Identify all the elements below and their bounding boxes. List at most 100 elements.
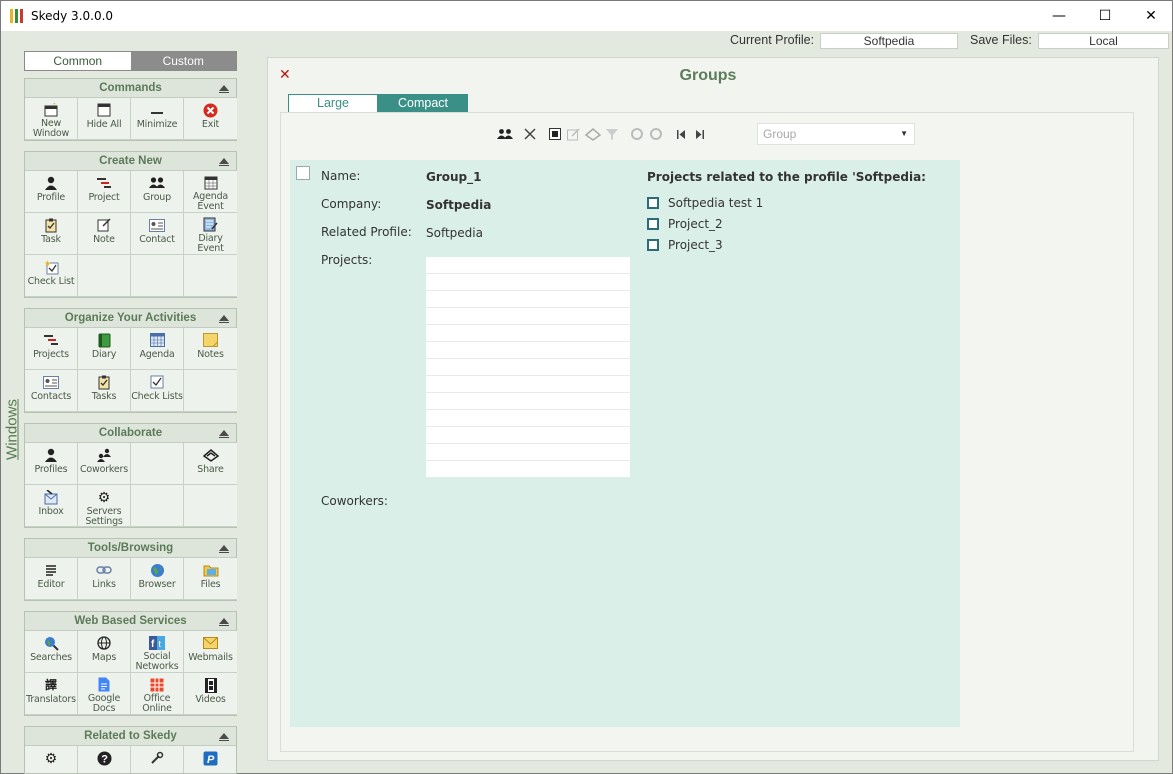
sidebar-item-office-online[interactable]: Office Online [131,673,184,715]
project-checkbox[interactable] [647,197,659,209]
tab-common[interactable]: Common [25,52,131,70]
sidebar-item-videos[interactable]: Videos [184,673,237,715]
project-checkbox[interactable] [647,218,659,230]
list-item[interactable] [426,444,630,461]
sidebar-item-group[interactable]: Group [131,171,184,213]
sidebar-item-profile[interactable]: Profile [25,171,78,213]
delete-icon[interactable] [520,125,539,144]
sidebar-item-contacts[interactable]: Contacts [25,370,78,412]
sidebar-item-minimize[interactable]: Minimize [131,98,184,140]
sidebar-item-help[interactable]: ? [78,746,131,773]
list-item[interactable] [426,342,630,359]
sidebar-item-contact[interactable]: Contact [131,213,184,255]
sidebar-item-browser[interactable]: Browser [131,558,184,600]
share-icon[interactable] [583,125,602,144]
sidebar-item-note[interactable]: Note [78,213,131,255]
collapse-icon[interactable] [219,618,229,626]
related-project-item[interactable]: Softpedia test 1 [647,196,763,210]
list-item[interactable] [426,257,630,274]
sidebar-item-files[interactable]: Files [184,558,237,600]
list-item[interactable] [426,410,630,427]
sidebar-item-webmails[interactable]: Webmails [184,631,237,673]
sidebar-item-paypal[interactable]: P [184,746,236,773]
sidebar-item-google-docs[interactable]: Google Docs [78,673,131,715]
close-button[interactable]: ✕ [1128,1,1173,31]
list-item[interactable] [426,376,630,393]
sidebar-item-projects[interactable]: Projects [25,328,78,370]
sidebar-item-social-networks[interactable]: f t Social Networks [131,631,184,673]
list-item[interactable] [426,325,630,342]
sidebar-item-diary-event[interactable]: Diary Event [184,213,237,255]
sidebar-item-share[interactable]: Share [184,443,237,485]
list-item[interactable] [426,359,630,376]
current-profile-field[interactable]: Softpedia [820,33,958,49]
section-title[interactable]: Collaborate [25,424,236,443]
name-value[interactable]: Group_1 [426,170,482,184]
refresh-icon[interactable] [627,125,646,144]
sync-icon[interactable] [646,125,665,144]
tab-custom[interactable]: Custom [130,52,236,70]
group-icon[interactable] [495,125,514,144]
sidebar-item-translators[interactable]: 譯 Translators [25,673,78,715]
tab-large[interactable]: Large [288,94,378,113]
collapse-icon[interactable] [219,430,229,438]
list-item[interactable] [426,291,630,308]
section-title[interactable]: Web Based Services [25,612,236,631]
collapse-icon[interactable] [219,545,229,553]
last-record-icon[interactable] [690,125,709,144]
collapse-icon[interactable] [219,85,229,93]
projects-list[interactable] [426,257,630,477]
section-title[interactable]: Tools/Browsing [25,539,236,558]
sidebar-item-project[interactable]: Project [78,171,131,213]
sidebar-item-editor[interactable]: Editor [25,558,78,600]
maximize-button[interactable]: ☐ [1082,1,1128,31]
group-select[interactable]: Group ▼ [757,123,915,145]
sidebar-item-check-lists[interactable]: Check Lists [131,370,184,412]
sidebar-item-new-window[interactable]: * New Window [25,98,78,140]
tab-compact[interactable]: Compact [378,94,468,113]
section-title[interactable]: Create New [25,152,236,171]
sidebar-item-links[interactable]: Links [78,558,131,600]
sidebar-item-diary[interactable]: Diary [78,328,131,370]
sidebar-item-coworkers[interactable]: Coworkers [78,443,131,485]
project-checkbox[interactable] [647,239,659,251]
company-value[interactable]: Softpedia [426,198,491,212]
first-record-icon[interactable] [671,125,690,144]
sidebar-item-servers-settings[interactable]: ⚙ Servers Settings [78,485,131,527]
minimize-button[interactable]: — [1036,1,1082,31]
collapse-icon[interactable] [219,315,229,323]
sidebar-item-exit[interactable]: Exit [184,98,237,140]
sidebar-item-hide-all[interactable]: Hide All [78,98,131,140]
collapse-icon[interactable] [219,733,229,741]
related-project-item[interactable]: Project_3 [647,238,723,252]
save-files-field[interactable]: Local [1038,33,1169,49]
sidebar-item-agenda[interactable]: Agenda [131,328,184,370]
sidebar-item-searches[interactable]: Searches [25,631,78,673]
sidebar-item-task[interactable]: Task [25,213,78,255]
sidebar-item-inbox[interactable]: Inbox [25,485,78,527]
list-item[interactable] [426,274,630,291]
sidebar-item-settings[interactable]: ⚙ [25,746,78,773]
stop-icon[interactable] [545,125,564,144]
sidebar-item-check-list[interactable]: ★ Check List [25,255,78,297]
section-title[interactable]: Organize Your Activities [25,309,236,328]
sidebar-item-tasks[interactable]: Tasks [78,370,131,412]
sidebar-item-tools[interactable] [131,746,184,773]
collapse-icon[interactable] [219,158,229,166]
related-project-item[interactable]: Project_2 [647,217,723,231]
section-title[interactable]: Related to Skedy [25,727,236,746]
sidebar-item-maps[interactable]: Maps [78,631,131,673]
windows-side-tab[interactable]: Windows [1,391,23,481]
sidebar-item-notes[interactable]: Notes [184,328,237,370]
list-item[interactable] [426,308,630,325]
svg-text:P: P [207,754,215,766]
select-checkbox[interactable] [296,166,310,180]
edit-icon[interactable] [564,125,583,144]
list-item[interactable] [426,393,630,410]
sidebar-item-profiles[interactable]: Profiles [25,443,78,485]
related-profile-value[interactable]: Softpedia [426,226,483,240]
sidebar-item-agenda-event[interactable]: Agenda Event [184,171,237,213]
filter-icon[interactable] [602,125,621,144]
list-item[interactable] [426,427,630,444]
section-title[interactable]: Commands [25,79,236,98]
